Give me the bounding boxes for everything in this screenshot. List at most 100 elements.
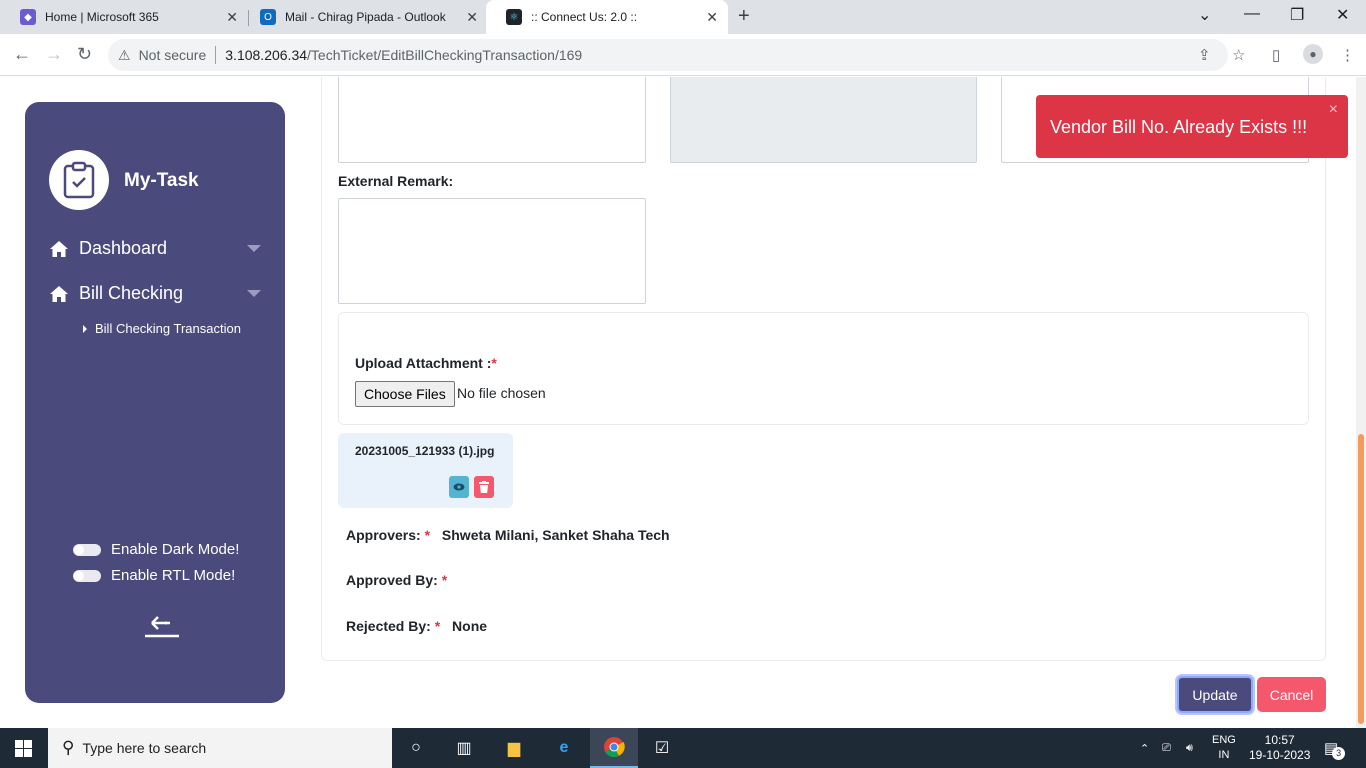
url-path: /TechTicket/EditBillCheckingTransaction/… xyxy=(307,47,583,63)
task-view-icon[interactable]: ▥ xyxy=(452,736,476,760)
share-icon[interactable]: ⇪ xyxy=(1198,46,1211,64)
close-tab-icon[interactable]: ✕ xyxy=(226,9,238,26)
chevron-down-icon xyxy=(247,245,261,252)
view-attachment-button[interactable] xyxy=(449,476,469,498)
minimize-icon[interactable]: — xyxy=(1244,5,1260,23)
tab-microsoft-365[interactable]: ◆ Home | Microsoft 365 ✕ xyxy=(0,0,248,34)
rejected-by-value: None xyxy=(452,618,488,634)
page-content: My-Task Dashboard Bill Checking Bill Che… xyxy=(0,77,1366,728)
tab-title: :: Connect Us: 2.0 :: xyxy=(531,10,638,24)
region-code: IN xyxy=(1218,749,1230,761)
url-divider xyxy=(215,46,217,64)
menu-kebab-icon[interactable]: ⋮ xyxy=(1340,46,1355,64)
error-toast: Vendor Bill No. Already Exists !!! × xyxy=(1036,95,1348,158)
security-label: Not secure xyxy=(138,47,207,63)
edge-icon[interactable]: e xyxy=(552,736,576,760)
tab-search-icon[interactable]: ⌄ xyxy=(1198,5,1211,25)
taskbar-search-box[interactable]: ⚲ Type here to search xyxy=(48,728,392,768)
collapse-sidebar-icon[interactable] xyxy=(144,614,180,640)
warning-icon[interactable]: ⚠ xyxy=(118,47,131,64)
remark-textarea-1[interactable] xyxy=(338,77,646,163)
clock[interactable]: 10:57 19-10-2023 xyxy=(1249,728,1310,768)
external-remark-textarea[interactable] xyxy=(338,198,646,304)
sidebar-subitem-bill-checking-transaction[interactable]: Bill Checking Transaction xyxy=(83,321,241,336)
external-remark-label: External Remark: xyxy=(338,173,454,189)
close-tab-icon[interactable]: ✕ xyxy=(466,9,478,26)
restore-icon[interactable]: ❐ xyxy=(1290,5,1304,25)
forward-icon[interactable]: → xyxy=(45,44,63,65)
cancel-button[interactable]: Cancel xyxy=(1257,677,1326,712)
windows-start-icon[interactable] xyxy=(15,740,32,757)
remark-textarea-disabled xyxy=(670,77,977,163)
dark-mode-switch[interactable] xyxy=(73,543,101,556)
approvers-label: Approvers: xyxy=(346,527,421,543)
back-icon[interactable]: ← xyxy=(13,44,31,65)
browser-tab-bar: ◆ Home | Microsoft 365 ✕ O Mail - Chirag… xyxy=(0,0,1366,34)
tab-title: Home | Microsoft 365 xyxy=(45,10,159,24)
sidebar-item-label: Dashboard xyxy=(79,238,168,258)
approvers-row: Approvers: * Shweta Milani, Sanket Shaha… xyxy=(346,527,670,543)
approved-by-row: Approved By: * xyxy=(346,572,447,588)
close-icon[interactable]: × xyxy=(1329,101,1338,119)
toast-message: Vendor Bill No. Already Exists !!! xyxy=(1050,117,1308,137)
required-marker: * xyxy=(424,527,431,543)
rejected-by-label: Rejected By: xyxy=(346,618,431,634)
rtl-mode-toggle-row: Enable RTL Mode! xyxy=(73,567,235,584)
tab-outlook[interactable]: O Mail - Chirag Pipada - Outlook ✕ xyxy=(240,0,488,34)
rejected-by-row: Rejected By: * None xyxy=(346,618,487,634)
task-app-icon[interactable]: ☑ xyxy=(650,736,674,760)
clipboard-check-icon xyxy=(63,161,95,199)
delete-attachment-button[interactable] xyxy=(474,476,494,498)
required-marker: * xyxy=(441,572,448,588)
chrome-icon[interactable] xyxy=(590,728,638,768)
scrollbar-thumb[interactable] xyxy=(1358,434,1364,724)
close-tab-icon[interactable]: ✕ xyxy=(706,9,718,26)
logo xyxy=(49,150,109,210)
sidebar-item-bill-checking[interactable]: Bill Checking xyxy=(49,283,261,304)
side-panel-icon[interactable]: ▯ xyxy=(1272,46,1280,64)
trash-icon xyxy=(479,481,489,493)
brand-name: My-Task xyxy=(124,170,199,191)
eye-icon xyxy=(453,483,465,491)
url-bar[interactable]: ⚠ Not secure 3.108.206.34/TechTicket/Edi… xyxy=(108,39,1245,71)
tab-title: Mail - Chirag Pipada - Outlook xyxy=(285,10,446,24)
file-explorer-icon[interactable]: ▆ xyxy=(502,736,526,760)
sidebar-item-dashboard[interactable]: Dashboard xyxy=(49,238,261,259)
choose-files-button[interactable]: Choose Files xyxy=(355,381,455,407)
network-icon[interactable]: ⎚ xyxy=(1162,728,1171,768)
microsoft-365-icon: ◆ xyxy=(20,9,36,25)
update-button[interactable]: Update xyxy=(1177,676,1253,713)
url-host: 3.108.206.34 xyxy=(225,47,308,63)
close-window-icon[interactable]: ✕ xyxy=(1336,5,1349,25)
chrome-logo-icon xyxy=(604,737,625,758)
clock-date: 19-10-2023 xyxy=(1249,748,1311,762)
search-icon: ⚲ xyxy=(62,738,75,757)
windows-taskbar: ⚲ Type here to search ○ ▥ ▆ e ☑ ⌃ ⎚ 🔊︎ E… xyxy=(0,728,1366,768)
upload-label-text: Upload Attachment : xyxy=(355,355,492,371)
new-tab-icon[interactable]: + xyxy=(738,5,750,28)
upload-attachment-card: Upload Attachment :* Choose Files No fil… xyxy=(338,312,1309,425)
cortana-icon[interactable]: ○ xyxy=(404,736,428,760)
approved-by-label: Approved By: xyxy=(346,572,438,588)
url-text: 3.108.206.34/TechTicket/EditBillChecking… xyxy=(225,47,582,63)
reload-icon[interactable]: ↻ xyxy=(77,44,92,65)
bookmark-star-icon[interactable]: ☆ xyxy=(1232,46,1245,64)
address-bar-row: ← → ↻ ⚠ Not secure 3.108.206.34/TechTick… xyxy=(0,34,1366,76)
show-hidden-icons[interactable]: ⌃ xyxy=(1140,728,1149,768)
approvers-value: Shweta Milani, Sanket Shaha Tech xyxy=(441,527,670,543)
home-icon xyxy=(50,285,68,302)
sidebar-subitem-label: Bill Checking Transaction xyxy=(95,321,241,336)
page-scrollbar[interactable] xyxy=(1356,77,1366,728)
react-icon: ⚛ xyxy=(506,9,522,25)
outlook-icon: O xyxy=(260,9,276,25)
profile-avatar-icon[interactable]: ● xyxy=(1303,44,1323,64)
notifications-icon[interactable]: ▤ 3 xyxy=(1324,728,1346,768)
no-file-chosen-text: No file chosen xyxy=(457,385,546,401)
dark-mode-label: Enable Dark Mode! xyxy=(111,541,240,558)
tab-connect-us[interactable]: ⚛ :: Connect Us: 2.0 :: ✕ xyxy=(486,0,728,34)
language-indicator[interactable]: ENG IN xyxy=(1212,728,1236,768)
volume-icon[interactable]: 🔊︎ xyxy=(1186,728,1193,768)
rtl-mode-switch[interactable] xyxy=(73,569,101,582)
required-marker: * xyxy=(491,355,497,371)
attachment-file-name: 20231005_121933 (1).jpg xyxy=(355,444,495,458)
